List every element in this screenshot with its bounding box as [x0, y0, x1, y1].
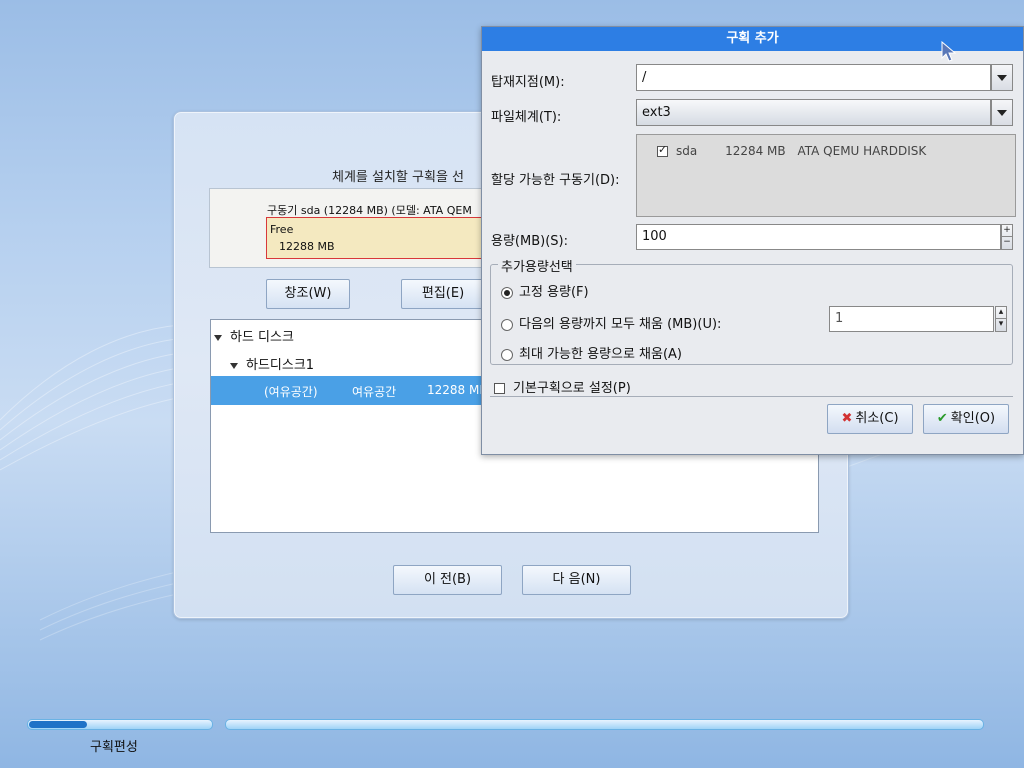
expand-triangle-icon[interactable]	[230, 362, 238, 369]
mount-point-input[interactable]: /	[636, 64, 991, 91]
additional-size-options: 추가용량선택 고정 용량(F) 다음의 용량까지 모두 채움 (MB)(U): …	[490, 256, 1013, 365]
tree-item-label: 하드 디스크	[230, 330, 294, 345]
back-button[interactable]: 이 전(B)	[393, 565, 502, 595]
chevron-down-icon	[997, 74, 1007, 81]
step-progress-bar	[27, 719, 213, 730]
expand-triangle-icon[interactable]	[214, 334, 222, 341]
spin-down-icon[interactable]: −	[1002, 237, 1012, 249]
spin-down-icon[interactable]: ▾	[996, 319, 1006, 331]
ok-button[interactable]: ✔ 확인(O)	[923, 404, 1009, 434]
option-label: 고정 용량(F)	[519, 285, 589, 300]
free-col-device: (여유공간)	[264, 385, 318, 399]
fill-to-input[interactable]: 1	[829, 306, 994, 332]
drive-checkbox[interactable]	[657, 143, 668, 157]
device-label: 구동기 sda (12284 MB) (모델: ATA QEM	[267, 204, 472, 217]
divider	[490, 396, 1013, 397]
mount-point-dropdown-button[interactable]	[991, 64, 1013, 91]
filesystem-dropdown-button[interactable]	[991, 99, 1013, 126]
radio-fixed[interactable]	[501, 286, 513, 299]
panel-heading: 체계를 설치할 구획을 선	[332, 170, 464, 185]
option-label: 최대 가능한 용량으로 채움(A)	[519, 347, 682, 362]
cancel-icon: ✖	[841, 411, 853, 426]
size-input[interactable]: 100	[636, 224, 1001, 250]
radio-fill-to[interactable]	[501, 318, 513, 331]
size-spinner[interactable]: + −	[1001, 224, 1013, 250]
tree-item-disk1[interactable]: 하드디스크1	[230, 354, 314, 373]
free-col-type: 여유공간	[352, 385, 397, 399]
cancel-label: 취소(C)	[855, 411, 899, 426]
free-label: Free	[270, 223, 294, 236]
drive-model: ATA QEMU HARDDISK	[797, 144, 927, 158]
drive-size: 12284 MB	[725, 144, 786, 158]
fill-to-spinner[interactable]: ▴ ▾	[995, 306, 1007, 332]
size-label: 용량(MB)(S):	[491, 234, 568, 249]
tree-item-hard-disks[interactable]: 하드 디스크	[214, 326, 294, 345]
allowable-drives-list[interactable]: sda 12284 MB ATA QEMU HARDDISK	[636, 134, 1016, 217]
filesystem-select[interactable]: ext3	[636, 99, 991, 126]
create-button[interactable]: 창조(W)	[266, 279, 350, 309]
spin-up-icon[interactable]: +	[1002, 225, 1012, 237]
filesystem-label: 파일체계(T):	[491, 110, 562, 125]
primary-partition-option[interactable]: 기본구획으로 설정(P)	[494, 377, 631, 396]
chevron-down-icon	[997, 109, 1007, 116]
edit-button[interactable]: 편집(E)	[401, 279, 485, 309]
checkmark-icon: ✔	[936, 411, 948, 426]
radio-fill-max[interactable]	[501, 348, 513, 361]
drive-row-sda[interactable]: sda 12284 MB ATA QEMU HARDDISK	[657, 143, 927, 158]
mount-point-label: 탑재지점(M):	[491, 75, 565, 90]
option-label: 다음의 용량까지 모두 채움 (MB)(U):	[519, 317, 722, 332]
free-size: 12288 MB	[279, 240, 335, 253]
primary-checkbox[interactable]	[494, 383, 505, 394]
option-fixed-size[interactable]: 고정 용량(F)	[501, 281, 589, 300]
drive-name: sda	[676, 144, 698, 158]
group-title: 추가용량선택	[498, 256, 576, 275]
option-fill-max[interactable]: 최대 가능한 용량으로 채움(A)	[501, 343, 682, 362]
ok-label: 확인(O)	[950, 411, 996, 426]
step-label: 구획편성	[90, 740, 138, 755]
add-partition-dialog: 구획 추가 탑재지점(M): / 파일체계(T): ext3 할당 가능한 구동…	[481, 26, 1024, 455]
primary-label: 기본구획으로 설정(P)	[513, 381, 631, 396]
option-fill-to[interactable]: 다음의 용량까지 모두 채움 (MB)(U):	[501, 313, 721, 332]
overall-progress-bar	[225, 719, 984, 730]
mouse-cursor-icon	[941, 41, 957, 62]
free-col-size: 12288 MB	[427, 383, 488, 397]
allowable-drives-label: 할당 가능한 구동기(D):	[491, 173, 620, 188]
cancel-button[interactable]: ✖ 취소(C)	[827, 404, 913, 434]
step-progress-fill	[29, 721, 87, 728]
spin-up-icon[interactable]: ▴	[996, 307, 1006, 319]
next-button[interactable]: 다 음(N)	[522, 565, 631, 595]
tree-item-label: 하드디스크1	[246, 358, 315, 373]
